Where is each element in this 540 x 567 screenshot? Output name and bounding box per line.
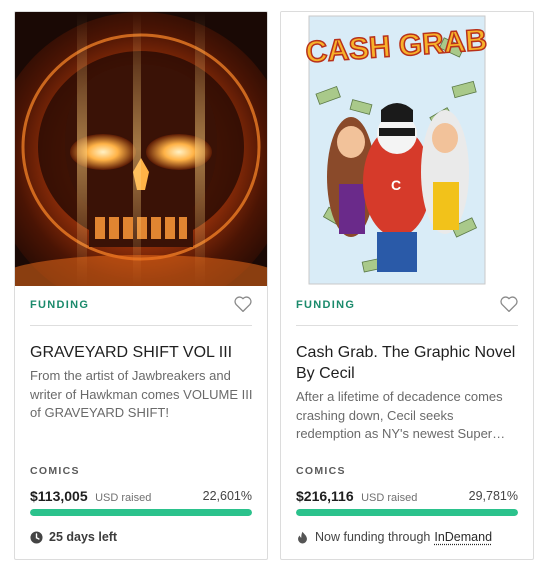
funding-through: Now funding through InDemand — [296, 529, 492, 545]
funding-row: $216,116 USD raised 29,781% — [296, 488, 518, 506]
skull-cover-art — [15, 12, 267, 286]
funded-percent: 22,601% — [202, 489, 252, 503]
divider — [30, 325, 252, 326]
flame-icon — [298, 531, 307, 543]
project-image[interactable] — [15, 12, 267, 286]
project-card[interactable]: C CASH GRAB FUNDING Cash Grab. The Graph… — [280, 11, 534, 560]
project-card[interactable]: FUNDING GRAVEYARD SHIFT VOL III From the… — [14, 11, 268, 560]
category-label[interactable]: COMICS — [296, 465, 346, 477]
time-left: 25 days left — [30, 529, 117, 545]
divider — [296, 325, 518, 326]
category-label[interactable]: COMICS — [30, 465, 80, 477]
project-description: After a lifetime of decadence comes cras… — [296, 389, 506, 441]
funded-percent: 29,781% — [468, 489, 518, 503]
progress-bar — [296, 509, 518, 516]
project-description: From the artist of Jawbreakers and write… — [30, 368, 253, 420]
project-title[interactable]: GRAVEYARD SHIFT VOL III — [30, 342, 255, 363]
raised-label: USD raised — [95, 492, 152, 504]
funding-row: $113,005 USD raised 22,601% — [30, 488, 252, 506]
amount-raised: $113,005 — [30, 488, 88, 504]
raised-label: USD raised — [361, 492, 418, 504]
progress-fill — [30, 509, 252, 516]
project-image[interactable]: C CASH GRAB — [281, 12, 533, 286]
cash-grab-cover-art: C CASH GRAB — [304, 15, 489, 285]
heart-icon[interactable] — [233, 295, 253, 313]
amount-raised: $216,116 — [296, 488, 354, 504]
indemand-link[interactable]: InDemand — [434, 530, 492, 544]
progress-fill — [296, 509, 518, 516]
progress-bar — [30, 509, 252, 516]
heart-icon[interactable] — [499, 295, 519, 313]
funding-through-text: Now funding through — [315, 530, 431, 544]
time-left-text: 25 days left — [49, 530, 118, 544]
status-label: FUNDING — [30, 299, 90, 311]
status-label: FUNDING — [296, 299, 356, 311]
clock-icon — [30, 530, 43, 544]
project-title[interactable]: Cash Grab. The Graphic Novel By Cecil — [296, 342, 521, 384]
svg-text:C: C — [391, 177, 401, 193]
